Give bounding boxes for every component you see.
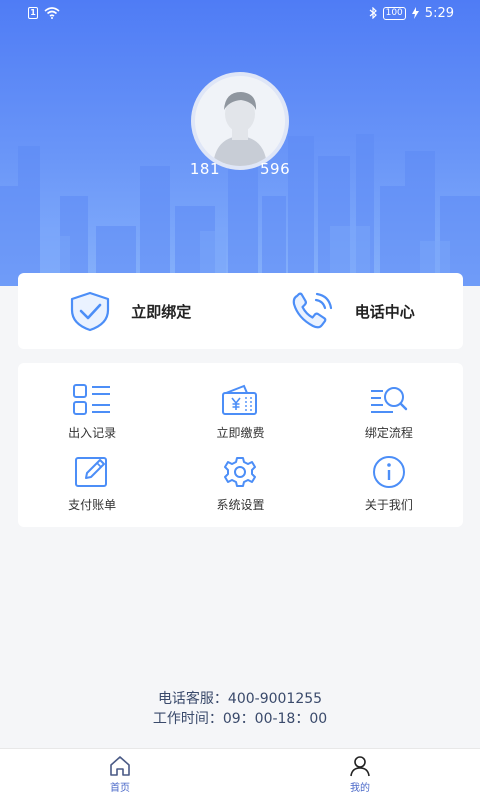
service-phone: 电话客服：400-9001255 <box>157 691 323 707</box>
feature-menu-card: 出入记录 立即缴费 绑定流程 支付账单 系统设置 关于我们 <box>18 363 463 527</box>
menu-label: 立即缴费 <box>216 426 265 440</box>
phone-center-button[interactable]: 电话中心 <box>241 273 464 349</box>
menu-item-entry-records[interactable]: 出入记录 <box>18 381 166 453</box>
list-grid-icon <box>73 384 111 415</box>
tab-home[interactable]: 首页 <box>0 749 240 800</box>
bind-now-label: 立即绑定 <box>131 302 192 321</box>
bottom-tab-bar: 首页 我的 <box>0 748 480 800</box>
service-hours: 工作时间：09：00-18：00 <box>152 711 328 727</box>
tab-home-label: 首页 <box>110 783 130 794</box>
clock: 5:29 <box>424 5 454 21</box>
menu-item-about-us[interactable]: 关于我们 <box>315 453 463 517</box>
menu-label: 支付账单 <box>68 498 117 512</box>
phone-center-label: 电话中心 <box>354 302 415 321</box>
bluetooth-icon <box>369 7 377 19</box>
customer-service-info: 电话客服：400-9001255 工作时间：09：00-18：00 <box>0 689 480 729</box>
menu-item-pay-now[interactable]: 立即缴费 <box>166 381 314 453</box>
wallet-yen-icon <box>222 384 258 415</box>
menu-item-payment-bills[interactable]: 支付账单 <box>18 453 166 517</box>
menu-label: 关于我们 <box>364 498 413 512</box>
info-icon <box>372 456 405 488</box>
charging-icon <box>411 7 419 19</box>
menu-label: 绑定流程 <box>364 426 413 440</box>
edit-icon <box>75 457 108 487</box>
tab-mine[interactable]: 我的 <box>240 749 480 800</box>
search-list-icon <box>370 387 408 413</box>
user-avatar-icon <box>195 76 285 166</box>
status-bar: 1 100 5:29 <box>0 0 480 26</box>
menu-item-system-settings[interactable]: 系统设置 <box>166 453 314 517</box>
phone-call-icon <box>292 292 332 329</box>
home-icon <box>110 756 130 776</box>
gear-icon <box>224 457 257 487</box>
user-phone-number: 181 596 <box>189 160 291 178</box>
shield-check-icon <box>71 291 110 332</box>
menu-label: 出入记录 <box>68 426 117 440</box>
menu-item-binding-process[interactable]: 绑定流程 <box>315 381 463 453</box>
battery-icon: 100 <box>382 6 406 20</box>
user-icon <box>350 756 370 777</box>
avatar[interactable] <box>191 72 289 170</box>
tab-mine-label: 我的 <box>350 783 370 794</box>
sim-icon: 1 <box>28 7 38 19</box>
quick-actions-card: 立即绑定 电话中心 <box>18 273 463 349</box>
wifi-icon <box>44 7 60 19</box>
menu-label: 系统设置 <box>216 498 265 512</box>
bind-now-button[interactable]: 立即绑定 <box>18 273 241 349</box>
